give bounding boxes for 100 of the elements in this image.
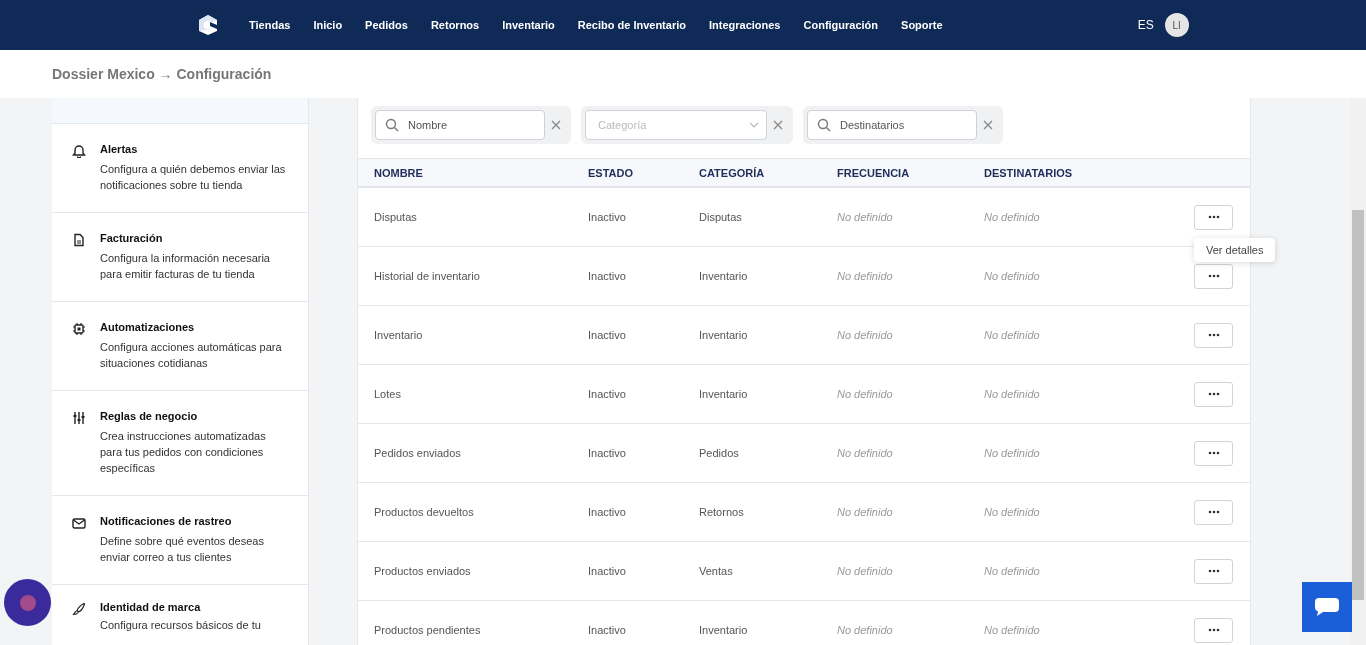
nav-link[interactable]: Inventario (502, 19, 555, 31)
table-cell-text: No definido (837, 270, 894, 282)
sidebar-item-title: Reglas de negocio (100, 410, 199, 422)
sidebar-item-title: Facturación (100, 232, 164, 244)
table-cell-text: Inactivo (588, 211, 627, 223)
table-cell-text: No definido (984, 624, 1041, 636)
more-button[interactable] (1194, 322, 1233, 348)
sidebar-item-title: Automatizaciones (100, 321, 196, 333)
sidebar-item[interactable]: Reglas de negocio Crea instrucciones automatizadas para tus pedidos con condiciones específicas (52, 391, 308, 496)
table-cell-text: Inactivo (588, 447, 627, 459)
more-icon (1207, 510, 1220, 514)
table-cell-text: Productos enviados (374, 565, 472, 577)
table-cell-text: Inactivo (588, 329, 627, 341)
table-cell-text: Productos devueltos (374, 506, 475, 518)
table-cell-text: Inventario (374, 329, 424, 341)
close-icon (551, 120, 561, 130)
sidebar-item[interactable]: Notificaciones de rastreo Define sobre qué eventos deseas enviar correo a tus clientes (52, 496, 308, 585)
more-icon (1207, 274, 1220, 278)
table-cell-text: Retornos (699, 506, 745, 518)
more-icon (1207, 569, 1220, 573)
table-cell-text: No definido (984, 506, 1041, 518)
sliders-icon (72, 411, 86, 425)
table-cell-text: No definido (984, 270, 1041, 282)
nav-link[interactable]: Recibo de Inventario (577, 19, 686, 31)
search-field[interactable]: Destinatarios (807, 110, 977, 140)
table-cell-text: Pedidos (699, 447, 740, 459)
brush-icon (72, 602, 86, 616)
more-icon (1207, 628, 1220, 632)
table-cell-text: Lotes (374, 388, 402, 400)
sidebar-item-description: Configura la información necesaria para emitir facturas de tu tienda (100, 251, 271, 282)
column-header: ESTADO (588, 166, 635, 179)
table-cell-text: No definido (837, 388, 894, 400)
table-cell-text: No definido (984, 447, 1041, 459)
table-cell-text: Inactivo (588, 506, 627, 518)
search-field[interactable]: Nombre (375, 110, 545, 140)
column-header: DESTINATARIOS (984, 166, 1074, 179)
language-selector[interactable]: ES (1137, 18, 1154, 32)
sidebar-item[interactable]: Automatizaciones Configura acciones automáticas para situaciones cotidianas (52, 302, 308, 391)
more-icon (1207, 451, 1220, 455)
nav-link[interactable]: Retornos (430, 19, 480, 31)
more-button[interactable] (1194, 381, 1233, 407)
table-cell-text: No definido (984, 388, 1041, 400)
sidebar-item-description: Configura a quién debemos enviar las notificaciones sobre tu tienda (100, 162, 287, 193)
nav-link[interactable]: Tiendas (249, 19, 291, 31)
chip-icon (72, 322, 86, 336)
column-header: NOMBRE (374, 166, 424, 179)
search-icon (817, 118, 831, 132)
document-icon (72, 233, 86, 247)
sidebar-item-description: Configura acciones automáticas para situaciones cotidianas (100, 340, 283, 371)
table-cell-text: Inventario (699, 270, 749, 282)
chevron-down-icon (749, 122, 759, 128)
sidebar-item-title: Notificaciones de rastreo (100, 515, 233, 527)
category-dropdown[interactable]: Categoría (585, 110, 767, 140)
table-cell-text: No definido (837, 447, 894, 459)
more-button[interactable] (1194, 499, 1233, 525)
close-icon (983, 120, 993, 130)
table-cell-text: No definido (984, 565, 1041, 577)
user-avatar[interactable]: LI (1164, 13, 1189, 37)
more-icon (1207, 333, 1220, 337)
table-cell-text: No definido (837, 624, 894, 636)
chat-launcher[interactable] (4, 579, 51, 626)
chat-button[interactable] (1302, 582, 1352, 632)
logo-icon (198, 14, 218, 36)
table-cell-text: No definido (837, 565, 894, 577)
tooltip[interactable]: Ver detalles (1194, 237, 1276, 262)
table-cell-text: Ventas (699, 565, 734, 577)
mail-icon (72, 516, 86, 530)
sidebar-item[interactable]: Alertas Configura a quién debemos enviar las notificaciones sobre tu tienda (52, 124, 308, 213)
nav-link[interactable]: Pedidos (365, 19, 408, 31)
table-cell-text: Inactivo (588, 270, 627, 282)
scrollbar-thumb[interactable] (1352, 210, 1364, 600)
table-cell-text: No definido (837, 329, 894, 341)
column-header: FRECUENCIA (837, 166, 911, 179)
bell-icon (72, 144, 86, 158)
table-cell-text: No definido (984, 211, 1041, 223)
nav-link[interactable]: Inicio (313, 19, 343, 31)
more-icon (1207, 215, 1220, 219)
more-button[interactable] (1194, 204, 1233, 230)
table-cell-text: Inventario (699, 388, 749, 400)
sidebar-item-title: Identidad de marca (100, 601, 202, 613)
breadcrumb: Dossier Mexico → Configuración (52, 66, 272, 82)
column-header: CATEGORÍA (699, 166, 766, 179)
more-button[interactable] (1194, 440, 1233, 466)
sidebar-item-description: Configura recursos básicos de tu (100, 619, 261, 632)
sidebar-item-title: Alertas (100, 143, 139, 155)
nav-link[interactable]: Integraciones (708, 19, 781, 31)
table-cell-text: Disputas (374, 211, 418, 223)
more-button[interactable] (1194, 617, 1233, 643)
scrollbar[interactable] (1350, 98, 1366, 645)
more-button[interactable] (1194, 558, 1233, 584)
sidebar-item-description: Crea instrucciones automatizadas para tus pedidos con condiciones específicas (100, 429, 267, 476)
nav-link[interactable]: Soporte (901, 19, 943, 31)
sidebar-item[interactable]: Identidad de marca Configura recursos básicos de tu (52, 585, 308, 645)
table-cell-text: Inactivo (588, 565, 627, 577)
table-cell-text: Productos pendientes (374, 624, 482, 636)
sidebar-item-description: Define sobre qué eventos deseas enviar correo a tus clientes (100, 534, 265, 565)
sidebar-item[interactable]: Facturación Configura la información necesaria para emitir facturas de tu tienda (52, 213, 308, 302)
table-cell-text: No definido (837, 211, 894, 223)
nav-link[interactable]: Configuración (803, 19, 879, 31)
more-button[interactable] (1194, 263, 1233, 289)
